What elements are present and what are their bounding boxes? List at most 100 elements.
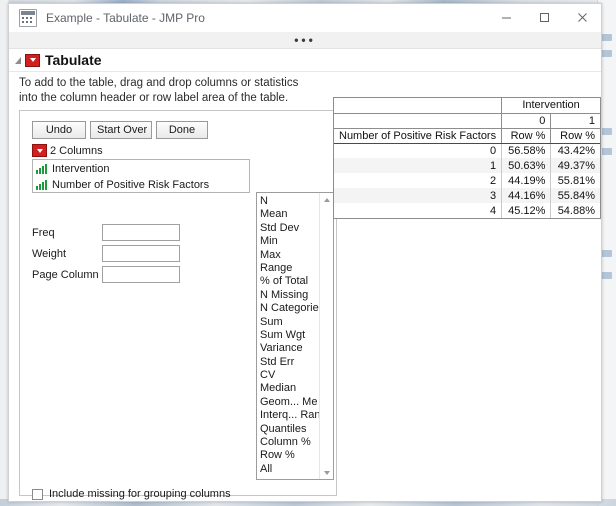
table-row: 1 50.63% 49.37% <box>334 158 600 173</box>
list-item[interactable]: Quantiles <box>260 423 319 436</box>
row-label: 1 <box>489 159 497 172</box>
list-item[interactable]: Sum <box>260 316 319 329</box>
columns-group-label: 2 Columns <box>50 144 103 157</box>
table-header-level-row: 0 1 <box>334 113 600 129</box>
row-label: 2 <box>489 174 497 187</box>
list-item[interactable]: Median <box>260 382 319 395</box>
list-item[interactable]: Max <box>260 249 319 262</box>
columns-group-header: 2 Columns <box>32 144 103 157</box>
freq-input[interactable] <box>102 224 180 241</box>
cell-value: 56.58% <box>501 143 551 158</box>
columns-red-triangle-menu-icon[interactable] <box>32 144 47 157</box>
page-column-field-row: Page Column <box>32 265 180 284</box>
stat-label-header: Row % <box>550 128 600 144</box>
start-over-button[interactable]: Start Over <box>90 121 152 139</box>
include-missing-checkbox[interactable] <box>32 488 43 500</box>
cell-value: 45.12% <box>501 203 551 218</box>
outline-header: Tabulate <box>9 49 601 72</box>
tabulate-result-table: Intervention 0 1 Number of Positive Risk… <box>333 97 601 219</box>
column-name: Intervention <box>52 163 110 175</box>
toolbar-overflow-icon[interactable]: ••• <box>294 34 316 46</box>
list-item[interactable]: % of Total <box>260 275 319 288</box>
jmp-table-icon <box>19 8 37 27</box>
freq-label: Freq <box>32 226 55 239</box>
page-column-input[interactable] <box>102 266 180 283</box>
list-item[interactable]: Sum Wgt <box>260 329 319 342</box>
include-missing-checkbox-row[interactable]: Include missing for grouping columns <box>32 486 231 501</box>
continuous-column-icon <box>36 180 47 190</box>
column-name: Number of Positive Risk Factors <box>52 179 210 191</box>
close-button[interactable] <box>563 4 601 31</box>
cell-value: 49.37% <box>550 158 600 173</box>
cell-value: 55.81% <box>550 173 600 188</box>
scroll-down-icon[interactable] <box>320 466 333 479</box>
cell-value: 50.63% <box>501 158 551 173</box>
columns-list[interactable]: Intervention Number of Positive Risk Fac… <box>32 159 250 193</box>
cell-value: 54.88% <box>550 203 600 218</box>
list-item[interactable]: N <box>260 195 319 208</box>
table-row: 3 44.16% 55.84% <box>334 188 600 203</box>
jmp-tabulate-window: Example - Tabulate - JMP Pro ••• Tabulat… <box>8 3 602 502</box>
list-item[interactable]: Intervention <box>36 161 249 177</box>
continuous-column-icon <box>36 164 47 174</box>
cell-value: 55.84% <box>550 188 600 203</box>
instructions-text: To add to the table, drag and drop colum… <box>19 76 329 106</box>
list-item[interactable]: Interq... Ran <box>260 409 319 422</box>
table-header-group-row: Intervention <box>334 98 600 114</box>
header-corner-blank <box>334 98 502 114</box>
column-level-header: 1 <box>550 113 600 129</box>
list-item[interactable]: Range <box>260 262 319 275</box>
table-row: 2 44.19% 55.81% <box>334 173 600 188</box>
list-item[interactable]: Mean <box>260 208 319 221</box>
table-header-stat-row: Number of Positive Risk Factors Row % Ro… <box>334 128 600 144</box>
instructions-line-1: To add to the table, drag and drop colum… <box>19 77 299 89</box>
page-column-label: Page Column <box>32 268 99 281</box>
list-item[interactable]: All <box>260 463 319 476</box>
list-item[interactable]: Row % <box>260 449 319 462</box>
table-row: 4 45.12% 54.88% <box>334 203 600 218</box>
weight-label: Weight <box>32 247 67 260</box>
page-title: Tabulate <box>45 52 102 68</box>
window-controls <box>487 4 601 31</box>
list-item[interactable]: Variance <box>260 342 319 355</box>
include-missing-label: Include missing for grouping columns <box>49 488 231 500</box>
statistics-list[interactable]: N Mean Std Dev Min Max Range % of Total … <box>256 192 334 480</box>
tabulate-control-panel: Undo Start Over Done 2 Columns Intervent… <box>19 110 337 500</box>
maximize-button[interactable] <box>525 4 563 31</box>
weight-field-row: Weight <box>32 244 180 263</box>
column-level-header: 0 <box>501 113 551 129</box>
minimize-button[interactable] <box>487 4 525 31</box>
undo-button[interactable]: Undo <box>32 121 86 139</box>
list-item[interactable]: N Categorie <box>260 302 319 315</box>
freq-field-row: Freq <box>32 223 180 242</box>
header-corner-blank-2 <box>334 113 502 129</box>
row-label: 0 <box>489 144 497 157</box>
window-title: Example - Tabulate - JMP Pro <box>46 10 205 25</box>
weight-input[interactable] <box>102 245 180 262</box>
list-item[interactable]: CV <box>260 369 319 382</box>
red-triangle-menu-icon[interactable] <box>25 53 40 67</box>
row-label-header: Number of Positive Risk Factors <box>334 128 502 144</box>
stat-label-header: Row % <box>501 128 551 144</box>
list-item[interactable]: Geom... Me <box>260 396 319 409</box>
done-button[interactable]: Done <box>156 121 208 139</box>
action-button-row: Undo Start Over Done <box>32 121 208 139</box>
list-item[interactable]: Column % <box>260 436 319 449</box>
scroll-up-icon[interactable] <box>320 193 333 206</box>
disclosure-triangle-icon[interactable] <box>15 56 21 64</box>
list-item[interactable]: Std Err <box>260 356 319 369</box>
toolbar-row: ••• <box>9 32 601 49</box>
cell-value: 44.16% <box>501 188 551 203</box>
row-label: 3 <box>489 189 497 202</box>
table-row: 0 56.58% 43.42% <box>334 143 600 158</box>
column-group-header: Intervention <box>501 98 600 114</box>
statistics-scrollbar[interactable] <box>319 193 333 479</box>
list-item[interactable]: N Missing <box>260 289 319 302</box>
list-item[interactable]: Number of Positive Risk Factors <box>36 177 249 193</box>
list-item[interactable]: Min <box>260 235 319 248</box>
statistics-list-items[interactable]: N Mean Std Dev Min Max Range % of Total … <box>257 193 319 479</box>
row-label: 4 <box>489 204 497 217</box>
list-item[interactable]: Std Dev <box>260 222 319 235</box>
content-area: To add to the table, drag and drop colum… <box>9 72 601 501</box>
instructions-line-2: into the column header or row label area… <box>19 92 289 104</box>
